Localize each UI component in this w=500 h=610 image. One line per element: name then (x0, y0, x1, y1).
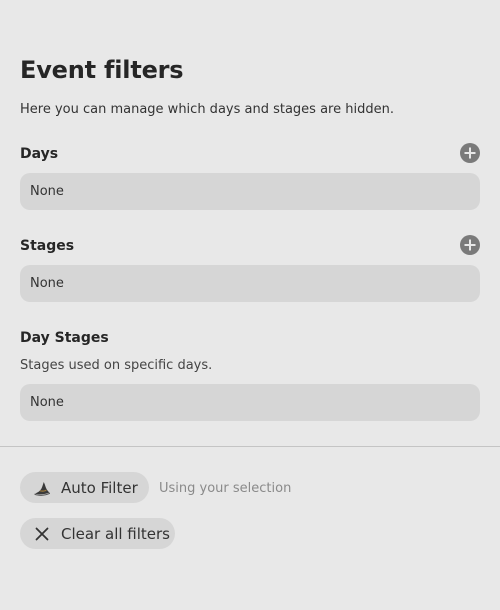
days-label: Days (20, 146, 59, 162)
add-day-button[interactable] (460, 143, 480, 163)
clear-all-filters-button[interactable]: Clear all filters (20, 518, 175, 549)
clear-all-filters-label: Clear all filters (61, 525, 170, 543)
wizard-hat-icon (34, 482, 50, 496)
auto-filter-label: Auto Filter (61, 479, 138, 497)
stages-label: Stages (20, 238, 75, 254)
stages-field[interactable]: None (20, 265, 480, 302)
days-field[interactable]: None (20, 173, 480, 210)
close-icon (35, 527, 49, 541)
day-stages-description: Stages used on specific days. (20, 358, 213, 373)
auto-filter-hint: Using your selection (159, 481, 292, 496)
divider (0, 446, 500, 447)
days-value: None (30, 184, 64, 199)
plus-circle-icon (464, 147, 476, 159)
auto-filter-button[interactable]: Auto Filter (20, 472, 149, 503)
add-stage-button[interactable] (460, 235, 480, 255)
day-stages-field[interactable]: None (20, 384, 480, 421)
stages-value: None (30, 276, 64, 291)
page-subtitle: Here you can manage which days and stage… (20, 102, 394, 117)
day-stages-label: Day Stages (20, 330, 109, 346)
day-stages-value: None (30, 395, 64, 410)
page-title: Event filters (20, 56, 184, 84)
plus-circle-icon (464, 239, 476, 251)
